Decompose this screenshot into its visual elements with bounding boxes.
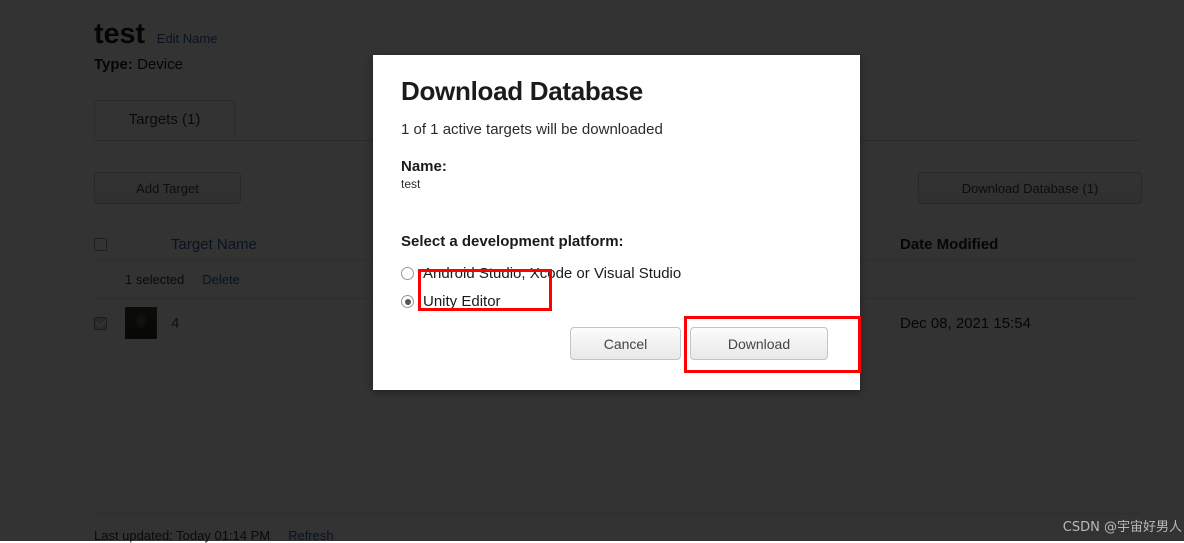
radio-icon-selected[interactable]	[401, 295, 414, 309]
radio-option-android-studio[interactable]: Android Studio, Xcode or Visual Studio	[401, 260, 838, 288]
cancel-button-label: Cancel	[603, 335, 648, 352]
dialog-subtitle: 1 of 1 active targets will be downloaded	[401, 120, 663, 138]
radio-option-android-studio-label: Android Studio, Xcode or Visual Studio	[423, 265, 682, 283]
dialog-title: Download Database	[401, 76, 643, 106]
name-field-value: test	[401, 176, 421, 191]
radio-option-unity-editor[interactable]: Unity Editor	[401, 288, 838, 316]
platform-section-label: Select a development platform:	[401, 232, 624, 250]
download-button[interactable]: Download	[690, 327, 828, 360]
name-field-label: Name:	[401, 157, 447, 175]
download-button-label: Download	[727, 335, 791, 352]
radio-icon-unselected[interactable]	[401, 267, 414, 281]
dialog-action-bar: Cancel Download	[570, 327, 828, 360]
radio-option-unity-editor-label: Unity Editor	[423, 293, 501, 311]
csdn-watermark: CSDN @宇宙好男人	[1062, 520, 1182, 535]
download-database-dialog: Download Database 1 of 1 active targets …	[373, 55, 860, 390]
cancel-button[interactable]: Cancel	[570, 327, 681, 360]
dialog-body: Download Database 1 of 1 active targets …	[401, 77, 838, 316]
